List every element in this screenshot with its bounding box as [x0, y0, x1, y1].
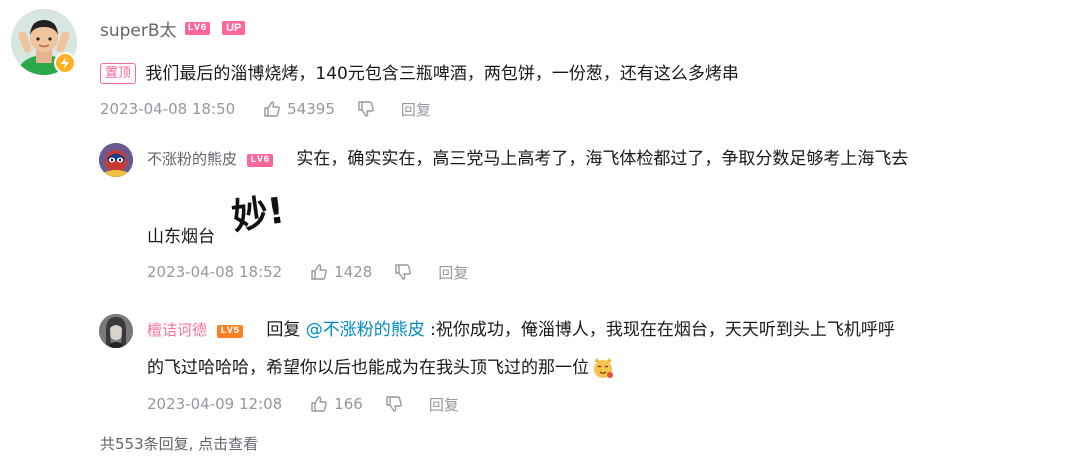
like-button[interactable]: 54395 — [263, 100, 335, 118]
thumbs-up-icon — [311, 264, 327, 280]
comment-meta: 2023-04-08 18:50 54395 回复 — [100, 98, 431, 120]
level-badge: LV6 — [184, 21, 211, 35]
reply-prefix: 回复 — [266, 320, 301, 340]
dislike-button[interactable] — [357, 100, 375, 118]
thumbs-down-icon — [358, 101, 374, 117]
thumbs-up-icon — [264, 101, 280, 117]
reply-button[interactable]: 回复 — [429, 394, 459, 415]
reply-meta: 2023-04-09 12:08 166 回复 — [147, 393, 459, 415]
reply-body-line1: 实在，确实实在，高三党马上高考了，海飞体检都过了，争取分数足够考上海飞去 — [296, 149, 909, 169]
up-badge: UP — [222, 21, 246, 35]
reply-username[interactable]: 不涨粉的熊皮 — [147, 150, 237, 168]
dislike-button[interactable] — [385, 395, 403, 413]
reply-date: 2023-04-09 12:08 — [147, 395, 283, 413]
like-button[interactable]: 1428 — [310, 263, 372, 281]
comment-header: superB太 LV6 UP — [100, 16, 246, 41]
mention-link[interactable]: @不涨粉的熊皮 — [306, 320, 425, 340]
username[interactable]: superB太 — [100, 16, 177, 41]
dislike-button[interactable] — [394, 263, 412, 281]
reply-body-line2: 的飞过哈哈哈，希望你以后也能成为在我头顶飞过的那一位 — [147, 358, 589, 378]
reply-text-line2: 山东烟台 — [147, 224, 215, 250]
reply-username[interactable]: 檀诘诃德 — [147, 321, 207, 339]
reply-text-line2: 的飞过哈哈哈，希望你以后也能成为在我头顶飞过的那一位 — [147, 355, 615, 381]
like-button[interactable]: 166 — [310, 395, 363, 413]
reply-meta: 2023-04-08 18:52 1428 回复 — [147, 261, 468, 283]
reply-date: 2023-04-08 18:52 — [147, 263, 283, 281]
like-count: 166 — [334, 395, 363, 413]
like-count: 54395 — [287, 100, 335, 118]
level-badge: LV5 — [217, 325, 243, 338]
reply-avatar[interactable] — [99, 143, 133, 177]
comment-body: 我们最后的淄博烧烤，140元包含三瓶啤酒，两包饼，一份葱，还有这么多烤串 — [145, 64, 739, 84]
avatar-image — [99, 314, 133, 348]
comment-text: 置顶 我们最后的淄博烧烤，140元包含三瓶啤酒，两包饼，一份葱，还有这么多烤串 — [100, 61, 739, 87]
reply-avatar[interactable] — [99, 314, 133, 348]
comment-date: 2023-04-08 18:50 — [100, 100, 236, 118]
avatar-image — [99, 143, 133, 177]
verified-badge-icon — [54, 52, 76, 74]
thumbs-down-icon — [395, 264, 412, 280]
reply-body-line1: :祝你成功，俺淄博人，我现在在烟台，天天听到头上飞机呼呼 — [430, 320, 895, 340]
reply-button[interactable]: 回复 — [401, 99, 431, 120]
reply-text: 檀诘诃德 LV5 回复 @不涨粉的熊皮 :祝你成功，俺淄博人，我现在在烟台，天天… — [147, 317, 895, 343]
reply-body-line2: 山东烟台 — [147, 227, 215, 247]
level-badge: LV6 — [247, 154, 273, 167]
thumbs-up-icon — [311, 396, 327, 412]
view-more-replies-link[interactable]: 共553条回复, 点击查看 — [100, 433, 258, 454]
cat-emoji-icon — [594, 358, 613, 378]
pinned-badge: 置顶 — [100, 63, 137, 84]
miao-sticker: 妙! — [229, 190, 288, 239]
thumbs-down-icon — [386, 396, 402, 412]
reply-button[interactable]: 回复 — [438, 262, 468, 283]
reply-text: 不涨粉的熊皮 LV6 实在，确实实在，高三党马上高考了，海飞体检都过了，争取分数… — [147, 146, 908, 172]
like-count: 1428 — [334, 263, 373, 281]
